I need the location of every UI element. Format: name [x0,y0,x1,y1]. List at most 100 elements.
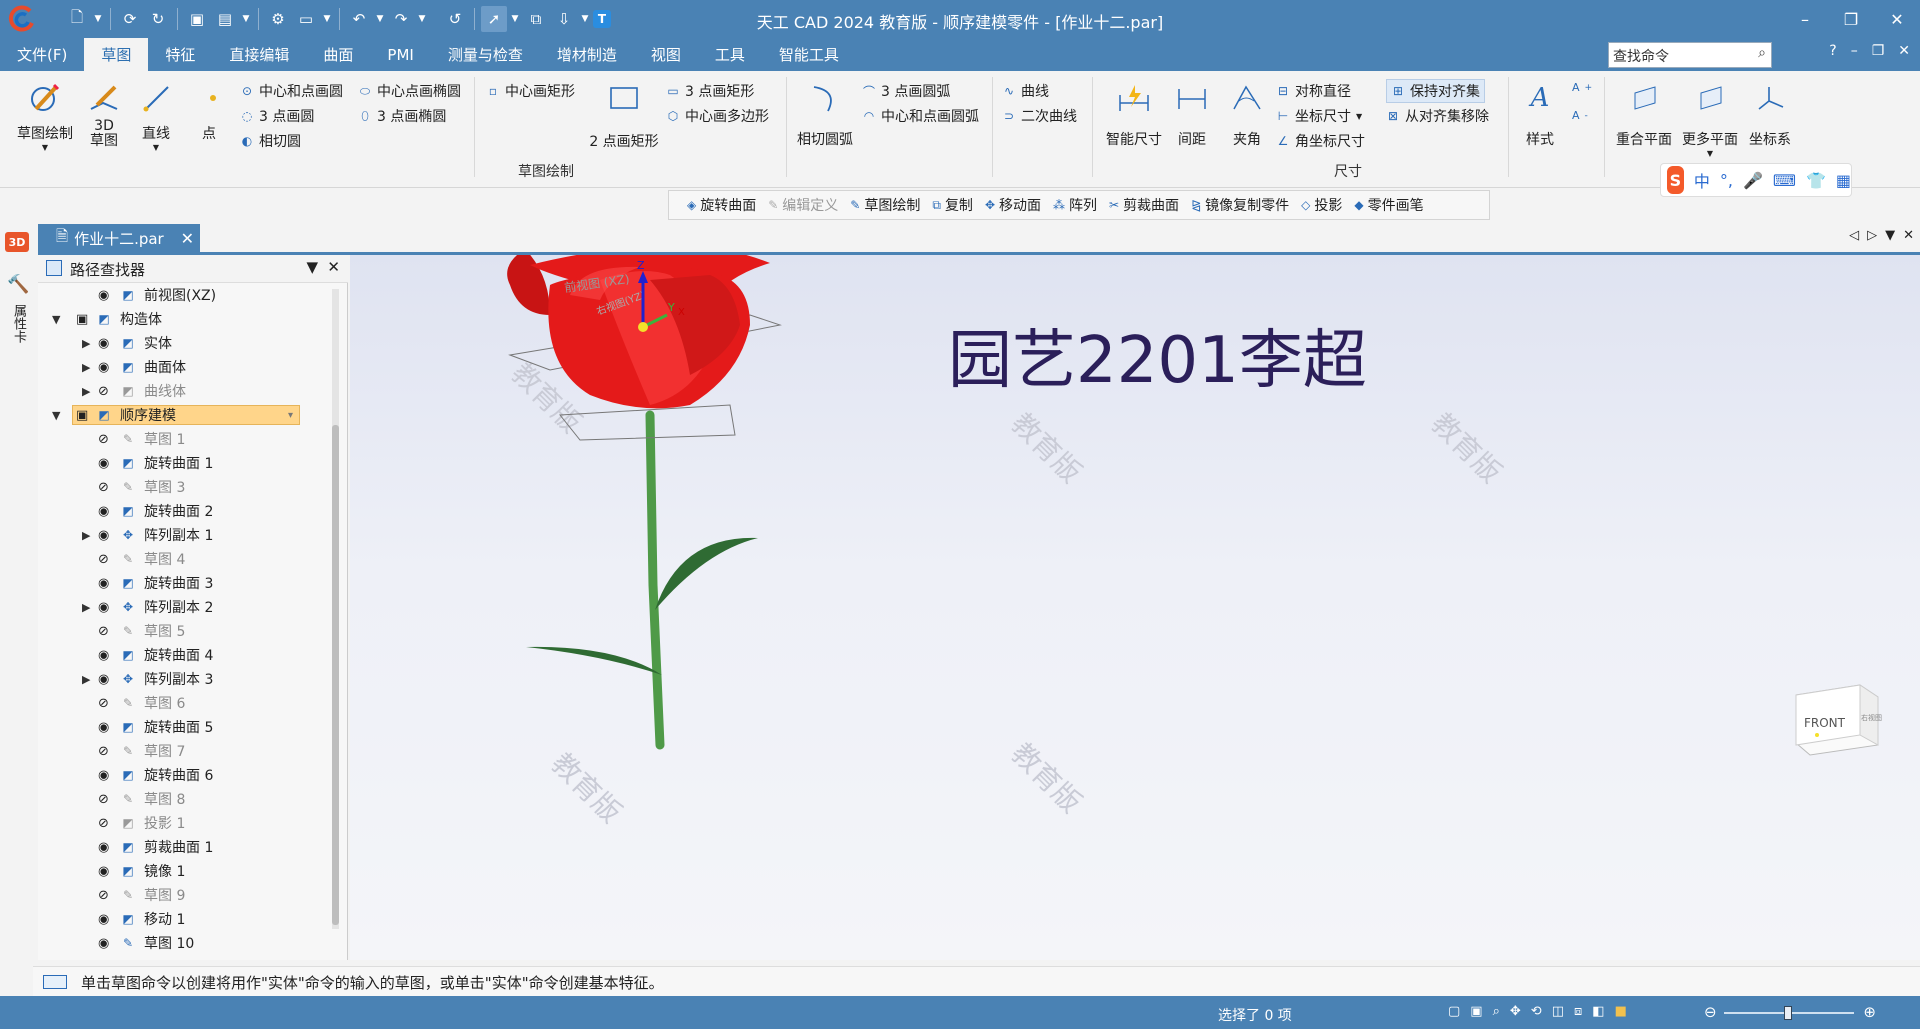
model-canvas[interactable]: 教育版 教育版 教育版 教育版 教育版 前视图 (XZ) 右视图(YZ) Z Y… [350,255,1920,960]
tree-item[interactable]: ▶ ◉ ◩ 实体 [38,331,328,355]
scrollbar-thumb[interactable] [332,425,339,925]
punctuation-icon[interactable]: °, [1720,171,1733,190]
tree-item[interactable]: ⊘ ✎ 草图 1 [38,427,328,451]
expand-arrow-icon[interactable]: ▶ [82,601,90,614]
cmd-revolve-surface[interactable]: ◈ 旋转曲面 [687,195,756,215]
eye-hidden-icon[interactable]: ⊘ [98,792,109,807]
annotation-text[interactable]: 园艺2201李超 [948,324,1367,398]
eye-icon[interactable]: ◉ [98,912,109,927]
tab-next-icon[interactable]: ▷ [1867,228,1877,243]
sogou-logo-icon[interactable]: S [1667,166,1684,194]
angle-coordinate-dimension-button[interactable]: ∠ 角坐标尺寸 [1276,131,1365,151]
cmd-part-painter[interactable]: ◆ 零件画笔 [1354,195,1423,215]
cmd-trim-surface[interactable]: ✂ 剪裁曲面 [1109,195,1179,215]
zoom-slider[interactable]: ⊖ ⊕ [1702,1003,1878,1021]
conic-button[interactable]: ⊃ 二次曲线 [1002,106,1077,126]
eye-hidden-icon[interactable]: ⊘ [98,816,109,831]
cmd-edit-definition[interactable]: ✎ 编辑定义 [768,195,838,215]
eye-hidden-icon[interactable]: ⊘ [98,744,109,759]
tree-item[interactable]: ⊘ ✎ 草图 5 [38,619,328,643]
tree-item[interactable]: ◉ ◩ 旋转曲面 2 [38,499,328,523]
tree-item[interactable]: ◉ ✎ 草图 10 [38,931,328,955]
eye-hidden-icon[interactable]: ⊘ [98,432,109,447]
close-tab-icon[interactable]: ✕ [181,229,194,248]
three-point-rect-button[interactable]: ▭ 3 点画矩形 [666,81,754,101]
cmd-copy[interactable]: ⧉ 复制 [932,195,973,215]
line-button[interactable]: 直线 ▼ [138,79,174,152]
eye-icon[interactable]: ◉ [98,528,109,543]
cmd-mirror-copy-part[interactable]: ⧎ 镜像复制零件 [1191,195,1289,215]
center-point-ellipse-button[interactable]: ⬭ 中心点画椭圆 [358,81,461,101]
eye-icon[interactable]: ◉ [98,648,109,663]
expand-arrow-icon[interactable]: ▶ [82,361,90,374]
panel-close-icon[interactable]: ✕ [327,258,340,276]
tab-direct-edit[interactable]: 直接编辑 [212,38,306,71]
three-point-ellipse-button[interactable]: ⬯ 3 点画椭圆 [358,106,446,126]
tab-measure[interactable]: 测量与检查 [431,38,540,71]
zoom-knob[interactable] [1784,1006,1792,1020]
eye-icon[interactable]: ◉ [98,672,109,687]
more-planes-button[interactable]: 更多平面 ▼ [1678,79,1742,158]
tree-scrollbar[interactable] [332,289,339,929]
curve-button[interactable]: ∿ 曲线 [1002,81,1049,101]
checkbox-icon[interactable]: ▣ [76,408,88,423]
tree-item[interactable]: ◉ ◩ 旋转曲面 4 [38,643,328,667]
tab-prev-icon[interactable]: ◁ [1849,228,1859,243]
rose-stem[interactable] [645,410,665,750]
three-point-circle-button[interactable]: ◌ 3 点画圆 [240,106,315,126]
rotate-icon[interactable]: ⟲ [1531,1004,1542,1019]
collapse-arrow-icon[interactable]: ▼ [52,409,60,422]
property-card-tab[interactable]: 属性卡 [9,304,28,343]
tab-pmi[interactable]: PMI [370,38,430,71]
command-search-input[interactable]: 查找命令 ⌕ [1608,42,1772,68]
three-point-arc-button[interactable]: ⌒ 3 点画圆弧 [862,81,950,101]
graphics-viewport[interactable]: 教育版 教育版 教育版 教育版 教育版 前视图 (XZ) 右视图(YZ) Z Y… [350,255,1920,960]
tree-item[interactable]: ◉ ◩ 镜像 1 [38,859,328,883]
eye-icon[interactable]: ◉ [98,864,109,879]
tree-item[interactable]: ▶ ⊘ ◩ 曲线体 [38,379,328,403]
eye-hidden-icon[interactable]: ⊘ [98,624,109,639]
view-cube-front-label[interactable]: FRONT [1804,716,1846,730]
expand-arrow-icon[interactable]: ▶ [82,673,90,686]
tree-item[interactable]: ◉ ◩ 旋转曲面 6 [38,763,328,787]
tree-item[interactable]: ◉ ◩ 旋转曲面 3 [38,571,328,595]
style-button[interactable]: A 样式 [1516,79,1564,149]
remove-from-align-set-button[interactable]: ⊠ 从对齐集移除 [1386,106,1489,126]
center-point-arc-button[interactable]: ◠ 中心和点画圆弧 [862,106,979,126]
tree-item[interactable]: ⊘ ✎ 草图 8 [38,787,328,811]
tab-smart-tools[interactable]: 智能工具 [762,38,856,71]
center-polygon-button[interactable]: ⬡ 中心画多边形 [666,106,769,126]
view-orient-icon[interactable]: ◫ [1552,1004,1564,1019]
sketch-3d-button[interactable]: 3D 草图 [84,79,124,149]
coincident-plane-button[interactable]: 重合平面 [1612,79,1676,149]
eye-hidden-icon[interactable]: ⊘ [98,552,109,567]
tab-tools[interactable]: 工具 [698,38,762,71]
rose-leaf-right[interactable] [655,537,758,610]
keyboard-icon[interactable]: ⌨ [1773,171,1796,190]
pan-icon[interactable]: ✥ [1510,1004,1521,1019]
eye-hidden-icon[interactable]: ⊘ [98,696,109,711]
eye-icon[interactable]: ◉ [98,360,109,375]
view-cube-right-label[interactable]: 右视图 [1861,713,1882,722]
tree-item[interactable]: ◉ ◩ 旋转曲面 1 [38,451,328,475]
microphone-icon[interactable]: 🎤 [1743,171,1763,190]
cmd-sketch-draw[interactable]: ✎ 草图绘制 [850,195,920,215]
doc-minimize-icon[interactable]: – [1851,43,1858,59]
tree-item[interactable]: ⊘ ✎ 草图 3 [38,475,328,499]
tree-item[interactable]: ▼ ▣ ◩ 顺序建模 ▾ [38,403,328,427]
smart-dimension-button[interactable]: 智能尺寸 [1102,79,1166,149]
toolbox-icon[interactable]: ▦ [1836,171,1851,190]
eye-icon[interactable]: ◉ [98,456,109,471]
tree-item[interactable]: ◉ ◩ 旋转曲面 5 [38,715,328,739]
symmetric-diameter-button[interactable]: ⊟ 对称直径 [1276,81,1351,101]
appearance-icon[interactable]: ■ [1615,1004,1627,1019]
center-point-circle-button[interactable]: ⊙ 中心和点画圆 [240,81,343,101]
3d-badge-icon[interactable]: 3D [5,232,29,252]
expand-arrow-icon[interactable]: ▶ [82,337,90,350]
zoom-in-icon[interactable]: ⊕ [1863,1003,1876,1021]
eye-icon[interactable]: ◉ [98,768,109,783]
sketch-draw-button[interactable]: 草图绘制 ▼ [12,79,78,152]
tree-item[interactable]: ▶ ◉ ✥ 阵列副本 2 [38,595,328,619]
tree-item[interactable]: ▶ ◉ ✥ 阵列副本 3 [38,667,328,691]
tree-item[interactable]: ◉ ◩ 移动 1 [38,907,328,931]
